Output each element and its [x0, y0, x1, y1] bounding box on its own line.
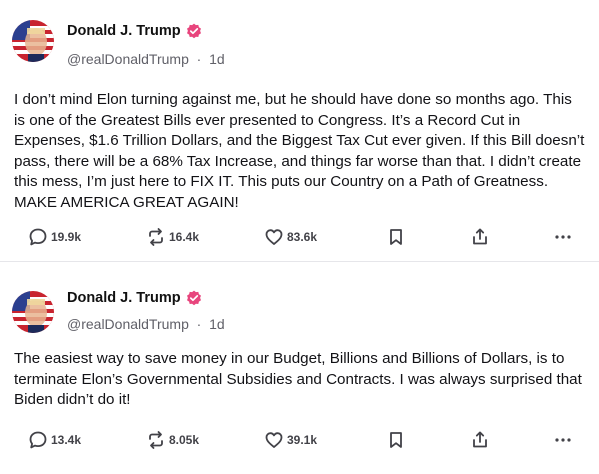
bookmark-icon [386, 430, 406, 450]
like-count: 83.6k [287, 230, 318, 244]
author-name-row: Donald J. Trump [67, 290, 202, 306]
repost-button[interactable]: 8.05k [146, 428, 199, 452]
bookmark-button[interactable] [386, 225, 406, 249]
verified-badge-icon [186, 23, 202, 39]
repost-count: 8.05k [169, 433, 200, 447]
separator-dot: · [192, 316, 206, 332]
avatar[interactable] [12, 20, 54, 62]
post-time[interactable]: 1d [209, 51, 225, 67]
reply-count: 13.4k [51, 433, 82, 447]
repost-count: 16.4k [169, 230, 200, 244]
like-button[interactable]: 39.1k [264, 428, 317, 452]
speech-bubble-icon [28, 430, 48, 450]
author-name-row: Donald J. Trump [67, 23, 202, 39]
post[interactable]: Donald J. Trump @realDonaldTrump · 1d I … [0, 0, 599, 262]
author-name[interactable]: Donald J. Trump [67, 23, 181, 39]
ellipsis-icon [553, 227, 573, 247]
reply-count: 19.9k [51, 230, 82, 244]
author-handle-row: @realDonaldTrump · 1d [67, 316, 225, 332]
share-upload-icon [470, 227, 490, 247]
author-name[interactable]: Donald J. Trump [67, 290, 181, 306]
share-button[interactable] [470, 225, 490, 249]
repost-arrows-icon [146, 430, 166, 450]
repost-button[interactable]: 16.4k [146, 225, 199, 249]
share-upload-icon [470, 430, 490, 450]
author-handle[interactable]: @realDonaldTrump [67, 51, 189, 67]
bookmark-icon [386, 227, 406, 247]
post-time[interactable]: 1d [209, 316, 225, 332]
bookmark-button[interactable] [386, 428, 406, 452]
share-button[interactable] [470, 428, 490, 452]
author-handle-row: @realDonaldTrump · 1d [67, 51, 225, 67]
like-button[interactable]: 83.6k [264, 225, 317, 249]
like-count: 39.1k [287, 433, 318, 447]
separator-dot: · [192, 51, 206, 67]
speech-bubble-icon [28, 227, 48, 247]
post[interactable]: Donald J. Trump @realDonaldTrump · 1d Th… [0, 262, 599, 474]
more-options-button[interactable] [553, 225, 573, 249]
post-feed: Donald J. Trump @realDonaldTrump · 1d I … [0, 0, 599, 474]
more-options-button[interactable] [553, 428, 573, 452]
reply-button[interactable]: 13.4k [28, 428, 81, 452]
verified-badge-icon [186, 290, 202, 306]
reply-button[interactable]: 19.9k [28, 225, 81, 249]
author-handle[interactable]: @realDonaldTrump [67, 316, 189, 332]
repost-arrows-icon [146, 227, 166, 247]
heart-icon [264, 430, 284, 450]
post-text: I don’t mind Elon turning against me, bu… [14, 91, 585, 211]
ellipsis-icon [553, 430, 573, 450]
heart-icon [264, 227, 284, 247]
post-text: The easiest way to save money in our Bud… [14, 350, 582, 408]
post-actions: 13.4k 8.05k 39.1k [0, 428, 599, 452]
avatar[interactable] [12, 291, 54, 333]
post-actions: 19.9k 16.4k 83.6k [0, 225, 599, 249]
